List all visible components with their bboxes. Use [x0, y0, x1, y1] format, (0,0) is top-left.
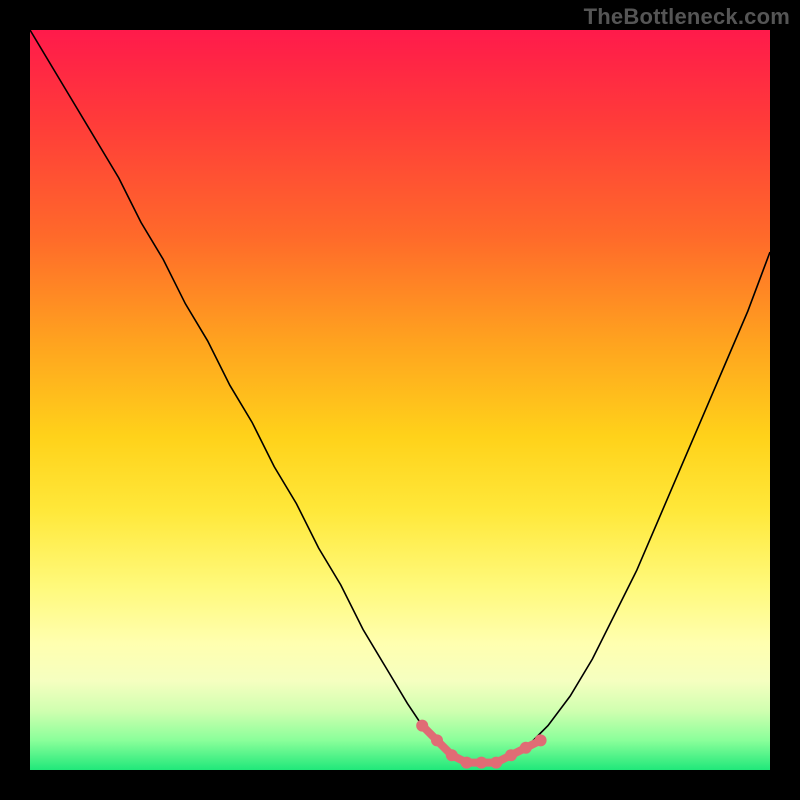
marker-dot	[431, 734, 443, 746]
marker-dot	[416, 720, 428, 732]
marker-dot	[475, 757, 487, 769]
marker-dot	[520, 742, 532, 754]
marker-dot	[490, 757, 502, 769]
marker-dot	[446, 749, 458, 761]
bottleneck-curve	[30, 30, 770, 763]
marker-dot	[505, 749, 517, 761]
marker-dot	[461, 757, 473, 769]
watermark-text: TheBottleneck.com	[584, 4, 790, 30]
marker-dot	[535, 734, 547, 746]
chart-frame: TheBottleneck.com	[0, 0, 800, 800]
minimum-markers	[416, 720, 546, 769]
curve-svg	[30, 30, 770, 770]
plot-area	[30, 30, 770, 770]
